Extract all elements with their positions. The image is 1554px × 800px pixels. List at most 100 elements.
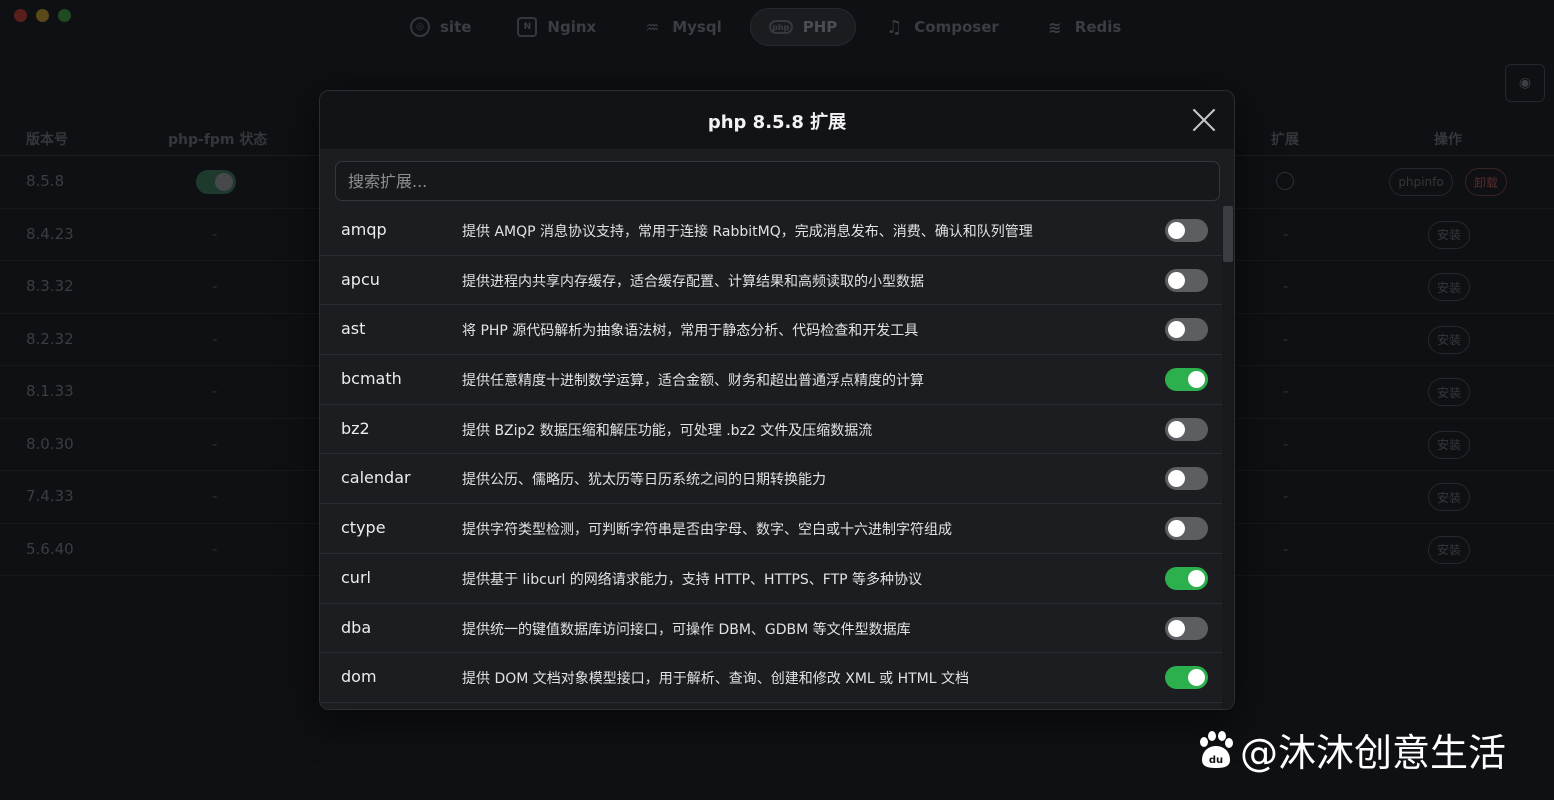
paw-logo-icon: du — [1200, 730, 1233, 768]
install-button[interactable]: 安装 — [1428, 483, 1470, 511]
list-item: dba 提供统一的键值数据库访问接口，可操作 DBM、GDBM 等文件型数据库 — [320, 604, 1222, 654]
extension-name: curl — [341, 567, 371, 587]
install-button[interactable]: 安装 — [1428, 325, 1470, 354]
stack-icon: ≋ — [1048, 17, 1062, 37]
extension-description: 提供 BZip2 数据压缩和解压功能，可处理 .bz2 文件及压缩数据流 — [462, 422, 873, 439]
extensions-modal: php 8.5.8 扩展 amqp 提供 AMQP 消息协议支持，常用于连接 Ra… — [319, 90, 1235, 710]
version-cell: 5.6.40 — [26, 539, 74, 558]
music-note-icon: ♫ — [886, 16, 903, 38]
fpm-cell: - — [212, 487, 218, 505]
extension-cell: - — [1283, 487, 1289, 505]
fpm-cell: - — [212, 224, 218, 243]
extension-name: bcmath — [341, 369, 402, 389]
modal-title: php 8.5.8 扩展 — [707, 112, 847, 133]
extension-description: 提供任意精度十进制数学运算，适合金额、财务和超出普通浮点精度的计算 — [462, 373, 924, 390]
extension-toggle[interactable] — [1165, 417, 1208, 441]
extension-list: amqp 提供 AMQP 消息协议支持，常用于连接 RabbitMQ，完成消息发布… — [320, 206, 1222, 703]
install-button[interactable]: 安装 — [1428, 273, 1470, 301]
extension-toggle[interactable] — [1165, 268, 1208, 292]
extension-description: 提供 AMQP 消息协议支持，常用于连接 RabbitMQ，完成消息发布、消费、… — [462, 224, 1033, 240]
target-icon[interactable] — [1276, 172, 1294, 190]
extension-toggle[interactable] — [1165, 566, 1208, 590]
header-extensions: 扩展 — [1271, 132, 1299, 148]
extension-description: 提供公历、儒略历、犹太历等日历系统之间的日期转换能力 — [462, 472, 826, 489]
eye-toggle-button[interactable]: ◉ — [1505, 64, 1545, 102]
tab-php[interactable]: php PHP — [749, 8, 857, 46]
extension-name: calendar — [341, 468, 411, 488]
scroll-thumb[interactable] — [1223, 206, 1233, 262]
eye-icon: ◉ — [1518, 75, 1532, 91]
tab-mysql[interactable]: ♒ Mysql — [624, 8, 740, 46]
list-item: dom 提供 DOM 文档对象模型接口，用于解析、查询、创建和修改 XML 或 H… — [320, 653, 1222, 703]
extension-name: dba — [341, 617, 372, 637]
fpm-cell: - — [212, 382, 218, 400]
maximize-window-button[interactable] — [58, 9, 71, 22]
extension-name: apcu — [341, 269, 380, 289]
version-cell: 8.3.32 — [26, 277, 74, 295]
fpm-toggle[interactable] — [196, 170, 236, 194]
php-icon: php — [768, 20, 793, 34]
version-cell: 8.4.23 — [26, 224, 74, 243]
tab-site[interactable]: ◎ site — [392, 8, 489, 46]
extension-toggle[interactable] — [1165, 666, 1208, 690]
modal-header: php 8.5.8 扩展 — [320, 91, 1234, 149]
list-item: ast 将 PHP 源代码解析为抽象语法树，常用于静态分析、代码检查和开发工具 — [320, 305, 1222, 356]
extension-cell: - — [1283, 434, 1289, 453]
extension-description: 提供进程内共享内存缓存，适合缓存配置、计算结果和高频读取的小型数据 — [462, 273, 924, 290]
extension-toggle[interactable] — [1165, 517, 1208, 541]
extension-name: ctype — [341, 518, 386, 538]
install-button[interactable]: 安装 — [1428, 535, 1470, 564]
extension-toggle[interactable] — [1165, 616, 1208, 640]
extension-name: bz2 — [341, 418, 370, 438]
logo-text: du — [1209, 755, 1223, 766]
watermark-text: @沐沐创意生活 — [1240, 731, 1507, 775]
search-input[interactable] — [335, 161, 1220, 201]
phpinfo-button[interactable]: phpinfo — [1389, 168, 1453, 196]
extension-description: 提供统一的键值数据库访问接口，可操作 DBM、GDBM 等文件型数据库 — [462, 621, 911, 638]
fpm-cell: - — [212, 329, 218, 348]
close-icon[interactable] — [1192, 108, 1216, 132]
install-button[interactable]: 安装 — [1428, 220, 1470, 249]
extension-cell: - — [1283, 224, 1289, 243]
header-fpm-status: php-fpm 状态 — [168, 132, 268, 148]
extension-name: dom — [341, 667, 377, 687]
tab-nginx[interactable]: N Nginx — [499, 8, 614, 46]
tab-redis[interactable]: ≋ Redis — [1027, 8, 1140, 46]
fpm-cell: - — [212, 539, 218, 558]
install-button[interactable]: 安装 — [1428, 378, 1470, 406]
dolphin-icon: ♒ — [645, 17, 660, 37]
list-item: calendar 提供公历、儒略历、犹太历等日历系统之间的日期转换能力 — [320, 454, 1222, 505]
watermark: du @沐沐创意生活 — [1196, 722, 1506, 777]
extension-description: 提供 DOM 文档对象模型接口，用于解析、查询、创建和修改 XML 或 HTML… — [462, 671, 970, 688]
version-cell: 8.0.30 — [26, 434, 74, 453]
install-button[interactable]: 安装 — [1428, 430, 1470, 459]
extension-name: ast — [341, 319, 366, 339]
list-item: apcu 提供进程内共享内存缓存，适合缓存配置、计算结果和高频读取的小型数据 — [320, 256, 1222, 306]
header-actions: 操作 — [1434, 132, 1462, 148]
extension-toggle[interactable] — [1165, 467, 1208, 491]
nginx-icon: N — [517, 17, 538, 37]
list-item: amqp 提供 AMQP 消息协议支持，常用于连接 RabbitMQ，完成消息发布… — [320, 206, 1222, 256]
extension-cell: - — [1283, 329, 1289, 348]
extension-cell: - — [1283, 539, 1289, 558]
extension-toggle[interactable] — [1165, 318, 1208, 342]
list-item: bz2 提供 BZip2 数据压缩和解压功能，可处理 .bz2 文件及压缩数据流 — [320, 405, 1222, 455]
close-window-button[interactable] — [14, 9, 27, 22]
list-item: curl 提供基于 libcurl 的网络请求能力，支持 HTTP、HTTPS、F… — [320, 554, 1222, 604]
list-item: bcmath 提供任意精度十进制数学运算，适合金额、财务和超出普通浮点精度的计算 — [320, 355, 1222, 405]
uninstall-button[interactable]: 卸载 — [1465, 168, 1507, 196]
extension-cell: - — [1283, 277, 1289, 295]
minimize-window-button[interactable] — [36, 9, 49, 22]
extension-description: 提供基于 libcurl 的网络请求能力，支持 HTTP、HTTPS、FTP 等… — [462, 571, 923, 588]
version-cell: 8.1.33 — [26, 382, 74, 400]
fpm-cell: - — [212, 277, 218, 295]
list-item: ctype 提供字符类型检测，可判断字符串是否由字母、数字、空白或十六进制字符组成 — [320, 504, 1222, 554]
version-cell: 8.2.32 — [26, 329, 74, 348]
extension-description: 提供字符类型检测，可判断字符串是否由字母、数字、空白或十六进制字符组成 — [462, 522, 952, 539]
list-scrollbar[interactable] — [1222, 206, 1234, 709]
tab-composer[interactable]: ♫ Composer — [866, 8, 1017, 46]
version-cell: 7.4.33 — [26, 487, 74, 505]
compass-icon: ◎ — [410, 17, 430, 37]
extension-toggle[interactable] — [1165, 219, 1208, 242]
extension-toggle[interactable] — [1165, 368, 1208, 392]
